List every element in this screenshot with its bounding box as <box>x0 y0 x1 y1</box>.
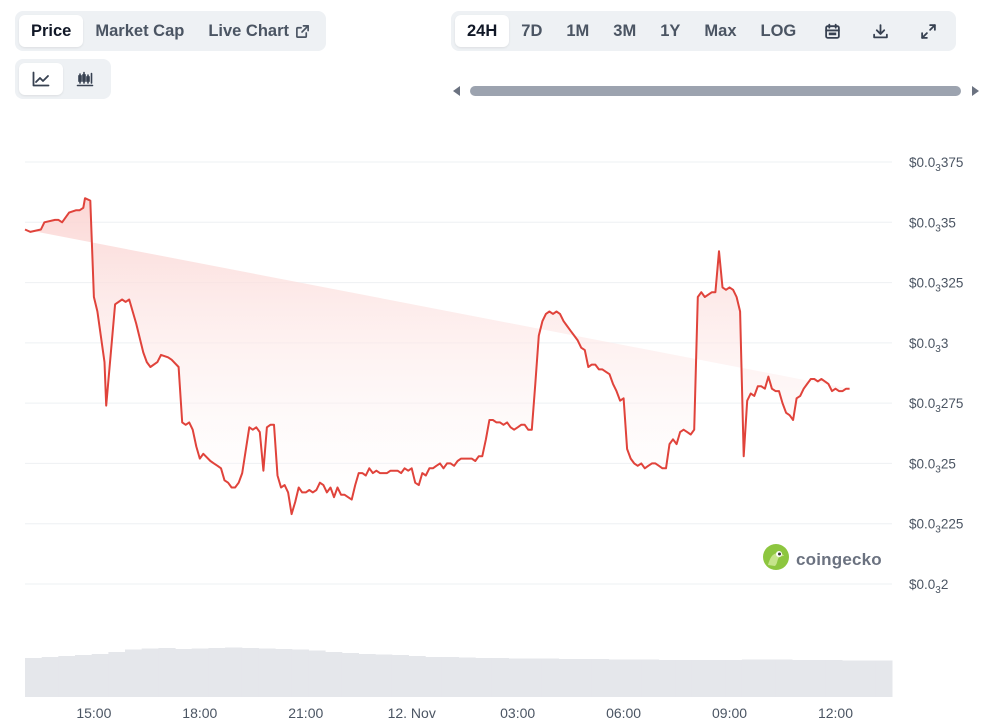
y-tick-label: $0.03225 <box>909 517 963 536</box>
volume-bar <box>691 660 710 697</box>
volume-bar <box>208 648 226 697</box>
volume-bar <box>792 660 810 697</box>
volume-bar <box>141 648 159 697</box>
volume-bar <box>475 658 493 697</box>
volume-bar <box>25 658 43 697</box>
volume-bar <box>441 657 459 697</box>
volume-bar <box>241 648 259 697</box>
y-tick-label: $0.03325 <box>909 276 963 295</box>
volume-bar <box>741 659 760 697</box>
y-tick-label: $0.033 <box>909 336 948 355</box>
x-tick-label: 15:00 <box>76 705 111 721</box>
volume-bar <box>541 658 560 697</box>
volume-bar <box>175 649 193 697</box>
volume-bar <box>608 659 626 697</box>
volume-bar <box>291 649 309 697</box>
x-tick-label: 21:00 <box>288 705 323 721</box>
volume-bar <box>458 657 476 697</box>
volume-bar <box>408 656 426 697</box>
y-tick-label: $0.03275 <box>909 396 963 415</box>
volume-bar <box>325 652 343 697</box>
volume-bars <box>25 647 893 697</box>
y-axis: $0.03375 $0.0335 $0.03325 $0.033 $0.03275 $0.… <box>909 155 963 596</box>
volume-bar <box>58 656 76 697</box>
volume-bar <box>75 655 93 697</box>
coingecko-logo-icon <box>762 543 790 576</box>
y-tick-label: $0.032 <box>909 577 948 596</box>
volume-bar <box>825 660 843 697</box>
volume-bar <box>508 658 526 697</box>
x-tick-label: 03:00 <box>500 705 535 721</box>
x-tick-label: 06:00 <box>606 705 641 721</box>
volume-bar <box>708 660 726 697</box>
x-tick-label: 12:00 <box>818 705 853 721</box>
volume-bar <box>842 660 860 697</box>
volume-bar <box>591 659 610 697</box>
coingecko-watermark: coingecko <box>762 543 882 576</box>
volume-bar <box>191 648 209 697</box>
price-chart: $0.03375 $0.0335 $0.03325 $0.033 $0.03275 $0.… <box>24 155 963 721</box>
volume-bar <box>375 654 393 697</box>
volume-bar <box>725 660 743 697</box>
volume-bar <box>758 659 776 697</box>
volume-bar <box>875 660 893 697</box>
volume-bar <box>575 659 593 697</box>
volume-bar <box>625 659 643 697</box>
volume-bar <box>91 654 109 697</box>
volume-bar <box>491 658 509 697</box>
volume-bar <box>525 658 543 697</box>
volume-bar <box>125 649 143 697</box>
volume-bar <box>808 660 826 697</box>
volume-bar <box>641 659 660 697</box>
y-tick-label: $0.0325 <box>909 456 956 475</box>
volume-bar <box>358 654 376 697</box>
volume-bar <box>675 660 693 697</box>
y-tick-label: $0.03375 <box>909 155 963 174</box>
volume-bar <box>425 657 443 697</box>
coingecko-watermark-text: coingecko <box>796 549 882 569</box>
volume-bar <box>858 660 876 697</box>
volume-bar <box>775 659 793 697</box>
x-axis: 15:00 18:00 21:00 12. Nov 03:00 06:00 09:00 12:… <box>76 705 853 721</box>
y-tick-label: $0.0335 <box>909 215 956 234</box>
volume-bar <box>41 657 59 697</box>
x-tick-label: 12. Nov <box>388 705 436 721</box>
x-tick-label: 18:00 <box>182 705 217 721</box>
volume-bar <box>108 652 126 697</box>
volume-bar <box>225 647 243 697</box>
volume-bar <box>158 648 176 697</box>
volume-bar <box>341 653 359 697</box>
volume-bar <box>658 660 676 697</box>
volume-bar <box>308 650 326 697</box>
volume-bar <box>258 648 276 697</box>
volume-bar <box>558 659 576 697</box>
x-tick-label: 09:00 <box>712 705 747 721</box>
volume-bar <box>391 655 409 697</box>
price-area-fill <box>25 198 850 515</box>
volume-bar <box>275 649 293 697</box>
